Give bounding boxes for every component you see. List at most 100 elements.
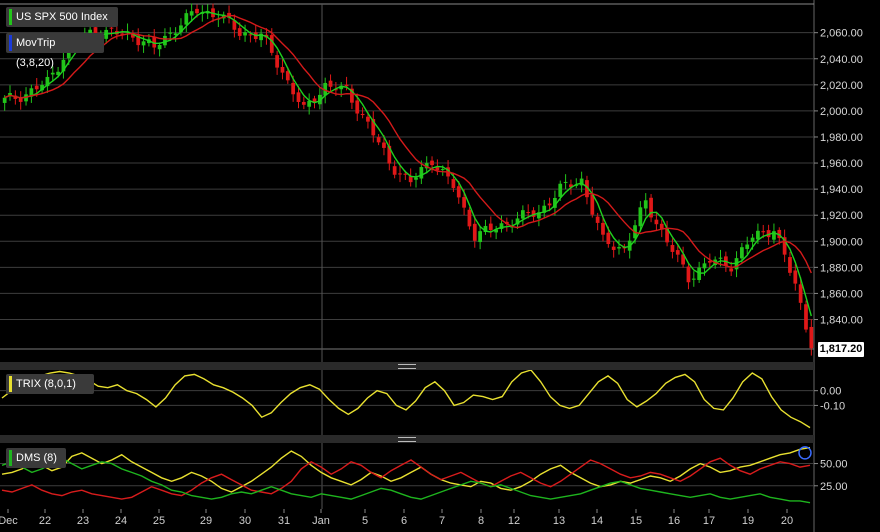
- y-tick-label: 1,900.00: [820, 236, 863, 248]
- dms-lines: [1, 446, 812, 504]
- trix-panel-grid: [0, 390, 814, 406]
- candle-body: [451, 179, 456, 188]
- candle-body: [269, 35, 274, 53]
- candle-body: [804, 304, 808, 330]
- candle-body: [291, 82, 296, 95]
- legend-movtrip-label: MovTrip (3,8,20): [16, 37, 56, 69]
- candle-body: [686, 266, 691, 283]
- x-tick-label: 5: [362, 515, 368, 527]
- candle-body: [611, 246, 616, 250]
- x-tick-label: 23: [77, 515, 89, 527]
- candle-body: [163, 35, 167, 46]
- panel-separator-1[interactable]: [0, 362, 814, 370]
- candle-body: [563, 181, 568, 183]
- candle-body: [558, 183, 563, 197]
- candle-body: [285, 71, 290, 81]
- candle-body: [675, 250, 680, 255]
- candle-body: [435, 167, 440, 171]
- candle-body: [456, 186, 461, 198]
- candle-body: [691, 278, 696, 280]
- candle-body: [237, 28, 242, 36]
- candle-body: [440, 169, 445, 171]
- legend-trix[interactable]: TRIX (8,0,1): [6, 374, 94, 394]
- y-tick-label: 2,000.00: [820, 106, 863, 118]
- candle-body: [590, 194, 595, 215]
- x-tick-label: 12: [508, 515, 520, 527]
- legend-swatch-icon: [9, 9, 12, 25]
- y-tick-label: 1,920.00: [820, 210, 863, 222]
- legend-dms[interactable]: DMS (8): [6, 448, 66, 468]
- candle-body: [275, 55, 279, 68]
- x-tick-label: 14: [591, 515, 603, 527]
- candle-body: [398, 173, 402, 175]
- candle-body: [547, 203, 552, 206]
- x-axis-labels: Dec 22 23 24 25 29 30 31 Jan 5 6 7 8 12 13 14 15 16 17 19 20: [0, 509, 793, 527]
- candle-body: [798, 284, 803, 303]
- candle-body: [654, 219, 659, 225]
- trix-line: [1, 369, 811, 429]
- candle-body: [376, 137, 381, 143]
- candle-body: [606, 232, 611, 245]
- candle-body: [34, 85, 39, 90]
- candle-body: [141, 41, 146, 46]
- panel-separator-2[interactable]: [0, 435, 814, 443]
- x-tick-label: 20: [781, 515, 793, 527]
- x-tick-label: 6: [401, 515, 407, 527]
- x-tick-label: 19: [742, 515, 754, 527]
- candle-body: [307, 101, 312, 107]
- x-tick-label: 30: [239, 515, 251, 527]
- candle-body: [2, 97, 7, 103]
- y-tick-label: -0.10: [820, 400, 845, 412]
- legend-price[interactable]: US SPX 500 Index: [6, 7, 118, 27]
- y-tick-label: 25.00: [820, 481, 848, 493]
- y-tick-label: 2,060.00: [820, 28, 863, 40]
- candle-body: [761, 231, 766, 233]
- candle-body: [488, 223, 493, 231]
- candle-body: [601, 222, 605, 235]
- candle-body: [168, 32, 173, 34]
- candle-body: [526, 212, 531, 214]
- chart-canvas: 2,060.00 2,040.00 2,020.00 2,000.00 1,980.00…: [0, 0, 863, 532]
- candle-body: [355, 100, 360, 114]
- candle-body: [740, 247, 744, 259]
- x-tick-label: 22: [39, 515, 51, 527]
- y-tick-label: 2,020.00: [820, 80, 863, 92]
- y-tick-label: 1,880.00: [820, 262, 863, 274]
- x-tick-label: 7: [439, 515, 445, 527]
- candle-body: [472, 223, 477, 241]
- ma-slow-line: [4, 14, 812, 274]
- candle-body: [462, 197, 466, 208]
- candle-body: [707, 261, 712, 263]
- candle-body: [360, 113, 365, 116]
- candle-body: [520, 210, 525, 219]
- candle-body: [403, 173, 408, 175]
- candle-body: [638, 207, 643, 227]
- y-tick-label: 1,840.00: [820, 314, 863, 326]
- candle-body: [50, 72, 55, 75]
- candle-body: [184, 13, 189, 25]
- candle-body: [595, 216, 600, 223]
- legend-price-label: US SPX 500 Index: [16, 11, 108, 23]
- last-price-tag: 1,817.20: [818, 342, 864, 357]
- candle-body: [328, 80, 333, 87]
- y-tick-label: 0.00: [820, 386, 841, 398]
- legend-swatch-icon: [9, 450, 12, 466]
- candle-body: [109, 27, 114, 29]
- candle-body: [617, 247, 621, 249]
- candle-body: [702, 263, 707, 269]
- x-tick-label: 17: [703, 515, 715, 527]
- candle-body: [382, 142, 386, 148]
- y-tick-label: 1,940.00: [820, 184, 863, 196]
- x-tick-label: 15: [630, 515, 642, 527]
- legend-movtrip[interactable]: MovTrip (3,8,20): [6, 33, 104, 69]
- legend-swatch-icon: [9, 35, 12, 51]
- resize-grip-icon[interactable]: [398, 437, 416, 442]
- y-axis-labels: 2,060.00 2,040.00 2,020.00 2,000.00 1,980.00…: [814, 28, 863, 493]
- y-tick-label: 1,860.00: [820, 288, 863, 300]
- resize-grip-icon[interactable]: [398, 364, 416, 369]
- candle-body: [793, 270, 798, 284]
- dms-series-line: [1, 457, 811, 500]
- candle-body: [392, 166, 397, 175]
- candle-body: [414, 177, 418, 180]
- x-tick-label: Dec: [0, 515, 18, 527]
